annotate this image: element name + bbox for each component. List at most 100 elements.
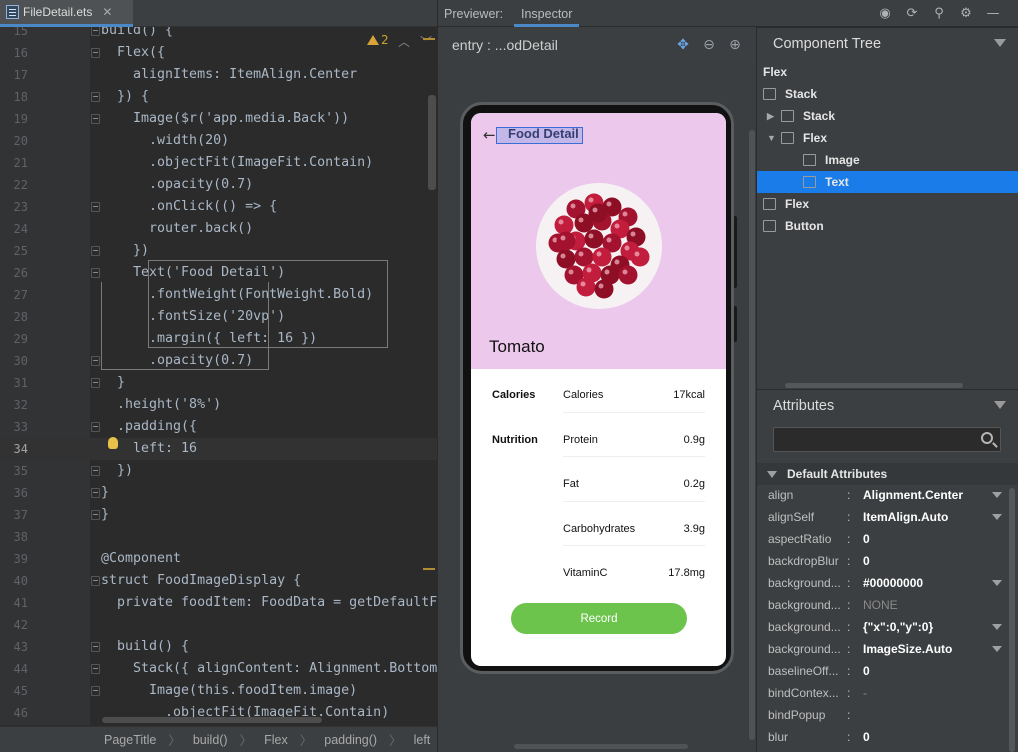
fold-icon[interactable] (91, 422, 100, 432)
attribute-row[interactable]: background...: ImageSize.Auto (757, 638, 1018, 660)
attribute-row[interactable]: alignSelf: ItemAlign.Auto (757, 506, 1018, 528)
tree-item[interactable]: Text (757, 171, 1018, 193)
tree-item[interactable]: ▼ Flex (757, 127, 1018, 149)
eye-icon[interactable]: ◉ (878, 6, 892, 21)
gear-icon[interactable]: ⚙ (959, 6, 973, 21)
fold-icon[interactable] (91, 92, 100, 102)
attribute-row[interactable]: baselineOff...:0 (757, 660, 1018, 682)
code-line[interactable]: 24 router.back() (0, 218, 437, 240)
attribute-value[interactable]: ImageSize.Auto (863, 638, 952, 660)
attribute-row[interactable]: background...: {"x":0,"y":0} (757, 616, 1018, 638)
attribute-row[interactable]: background...: #00000000 (757, 572, 1018, 594)
chevron-down-icon[interactable] (992, 624, 1002, 630)
attributes-vertical-scrollbar[interactable] (1009, 488, 1015, 752)
device-screen[interactable]: ← Food Detail Tomato Calories Calories 17k… (471, 113, 726, 666)
fold-icon[interactable] (91, 268, 100, 278)
close-icon[interactable]: ✕ (102, 5, 112, 19)
code-area[interactable]: 15 build() {16 Flex({17 alignItems: ItemA… (0, 27, 437, 725)
tree-item[interactable]: Flex (757, 193, 1018, 215)
fold-icon[interactable] (91, 48, 100, 58)
attribute-row[interactable]: align: Alignment.Center (757, 484, 1018, 506)
code-line[interactable]: 19 Image($r('app.media.Back')) (0, 108, 437, 130)
code-line[interactable]: 35 }) (0, 460, 437, 482)
move-icon[interactable]: ✥ (676, 38, 690, 52)
fold-icon[interactable] (91, 510, 100, 520)
code-line[interactable]: 31 } (0, 372, 437, 394)
tree-item[interactable]: Image (757, 149, 1018, 171)
code-line[interactable]: 36} (0, 482, 437, 504)
chevron-up-icon[interactable]: ︿ (398, 33, 410, 50)
attribute-row[interactable]: bindContex...: - (757, 682, 1018, 704)
code-line[interactable]: 43 build() { (0, 636, 437, 658)
breadcrumb-item[interactable]: Flex (264, 733, 288, 747)
code-line[interactable]: 20 .width(20) (0, 130, 437, 152)
code-editor[interactable]: FileDetail.ets ✕ 15 build() {16 Flex({17 … (0, 0, 437, 752)
tree-item[interactable]: Flex (757, 61, 1018, 83)
error-stripe-mark[interactable] (423, 38, 435, 40)
attribute-row[interactable]: backdropBlur:0 (757, 550, 1018, 572)
fold-icon[interactable] (91, 488, 100, 498)
tree-horizontal-scrollbar[interactable] (785, 383, 963, 388)
chevron-down-icon[interactable]: ﹀ (420, 33, 432, 50)
fold-icon[interactable] (91, 576, 100, 586)
attributes-search-input[interactable] (773, 427, 1001, 452)
attribute-value[interactable]: 0 (863, 550, 870, 572)
code-line[interactable]: 44 Stack({ alignContent: Alignment.Botto… (0, 658, 437, 680)
fold-icon[interactable] (91, 356, 100, 366)
food-image-display[interactable]: ← Food Detail Tomato (471, 113, 726, 369)
fold-icon[interactable] (91, 202, 100, 212)
pin-icon[interactable]: ⚲ (932, 6, 946, 21)
code-line[interactable]: 17 alignItems: ItemAlign.Center (0, 64, 437, 86)
attribute-value[interactable]: Alignment.Center (863, 484, 963, 506)
breadcrumb-item[interactable]: PageTitle (104, 733, 156, 747)
attribute-value[interactable]: NONE (863, 594, 898, 616)
attribute-value[interactable]: 0 (863, 528, 870, 550)
fold-icon[interactable] (91, 378, 100, 388)
code-line[interactable]: 21 .objectFit(ImageFit.Contain) (0, 152, 437, 174)
zoom-in-icon[interactable]: ⊕ (728, 38, 742, 52)
attribute-row[interactable]: bindPopup: (757, 704, 1018, 726)
code-line[interactable]: 39 @Component (0, 548, 437, 570)
code-line[interactable]: 25 }) (0, 240, 437, 262)
breadcrumb-item[interactable]: build() (193, 733, 228, 747)
attribute-value[interactable]: 0 (863, 660, 870, 682)
code-line[interactable]: 32 .height('8%') (0, 394, 437, 416)
tab-previewer[interactable]: Previewer: (444, 0, 503, 27)
minimize-icon[interactable]: — (986, 6, 1000, 21)
expand-down-icon[interactable]: ▼ (767, 127, 776, 149)
editor-horizontal-scrollbar[interactable] (102, 717, 322, 723)
code-line[interactable]: 40 struct FoodImageDisplay { (0, 570, 437, 592)
tree-item[interactable]: Button (757, 215, 1018, 237)
attribute-value[interactable]: #00000000 (863, 572, 923, 594)
tree-item[interactable]: Stack (757, 83, 1018, 105)
dropdown-icon[interactable] (994, 401, 1006, 409)
code-line[interactable]: 18 }) { (0, 86, 437, 108)
breadcrumb-item[interactable]: left (414, 733, 431, 747)
attribute-row[interactable]: aspectRatio:0 (757, 528, 1018, 550)
editor-tab[interactable]: FileDetail.ets ✕ (0, 0, 133, 27)
attribute-value[interactable]: {"x":0,"y":0} (863, 616, 933, 638)
search-icon[interactable] (981, 432, 993, 444)
attribute-value[interactable]: ItemAlign.Auto (863, 506, 948, 528)
fold-icon[interactable] (91, 246, 100, 256)
editor-vertical-scrollbar[interactable] (428, 95, 436, 190)
code-line[interactable]: 23 .onClick(() => { (0, 196, 437, 218)
attribute-row[interactable]: background...: NONE (757, 594, 1018, 616)
chevron-down-icon[interactable] (992, 580, 1002, 586)
code-line[interactable]: 41 private foodItem: FoodData = getDefau… (0, 592, 437, 614)
code-line[interactable]: 42 (0, 614, 437, 636)
lightbulb-icon[interactable] (108, 437, 118, 449)
fold-icon[interactable] (91, 664, 100, 674)
refresh-icon[interactable]: ⟳ (905, 6, 919, 21)
attribute-value[interactable]: - (863, 682, 867, 704)
fold-icon[interactable] (91, 686, 100, 696)
record-button[interactable]: Record (511, 603, 687, 634)
fold-icon[interactable] (91, 27, 100, 36)
fold-icon[interactable] (91, 114, 100, 124)
error-stripe-mark[interactable] (423, 568, 435, 570)
tab-inspector[interactable]: Inspector (514, 0, 580, 27)
code-line[interactable]: 37} (0, 504, 437, 526)
breadcrumb-item[interactable]: padding() (324, 733, 377, 747)
code-line[interactable]: 34 left: 16 (0, 438, 437, 460)
fold-icon[interactable] (91, 642, 100, 652)
